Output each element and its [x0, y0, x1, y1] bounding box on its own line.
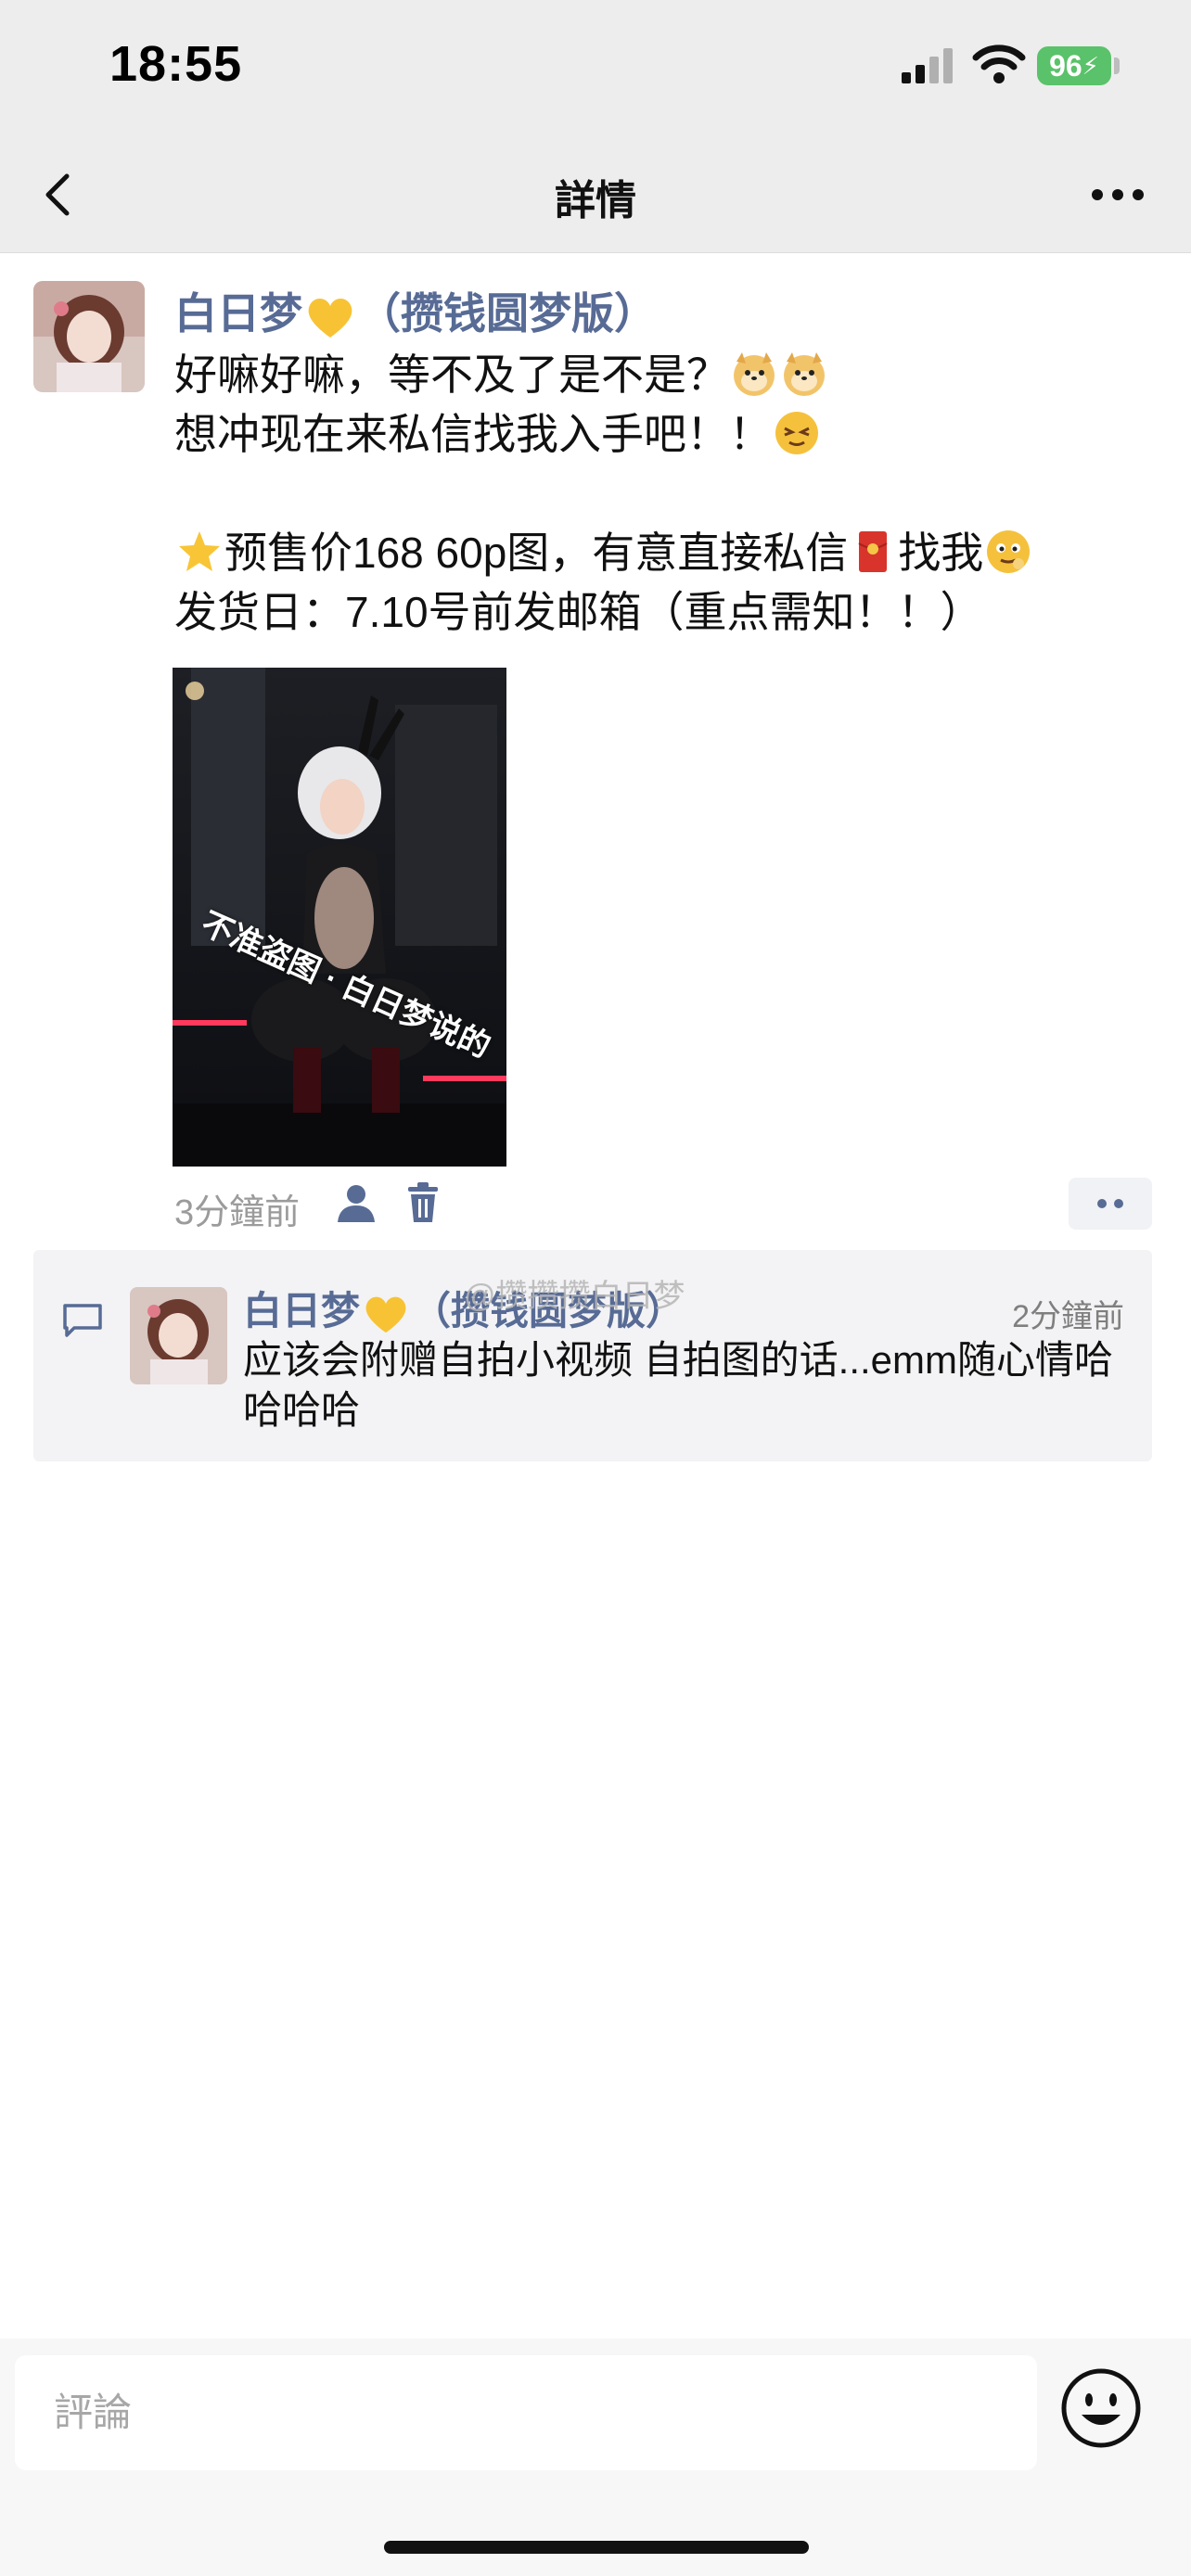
- post-line-1: 好嘛好嘛，等不及了是不是？: [174, 345, 1158, 404]
- trash-icon[interactable]: [406, 1181, 440, 1224]
- post-timestamp: 3分鐘前: [174, 1193, 301, 1232]
- post-image[interactable]: 不准盗图 · 白日梦说的: [173, 668, 506, 1167]
- post-line-2-text: 想冲现在来私信找我入手吧！！: [174, 410, 772, 458]
- smiley-icon[interactable]: [1059, 2366, 1143, 2450]
- blush-emoji-icon: [987, 530, 1031, 573]
- yellow-heart-icon: [365, 1296, 406, 1333]
- post-author-name: 白日梦: [174, 289, 302, 338]
- post-line-3-text: 预售价168 60p图，有意直接私信: [224, 529, 849, 577]
- signal-icon: [902, 48, 953, 83]
- comment-bubble-icon: [63, 1304, 102, 1337]
- doge-emoji-icon: [784, 352, 825, 396]
- doge-emoji-icon: [734, 352, 775, 396]
- post-author[interactable]: 白日梦 （攒钱圆梦版）: [174, 280, 657, 341]
- yellow-heart-icon: [308, 298, 352, 338]
- comment-timestamp: 2分鐘前: [1012, 1299, 1124, 1334]
- post-line-3-text-b: 找我: [898, 529, 984, 577]
- comment-avatar[interactable]: [130, 1287, 227, 1384]
- nav-bar: 詳情: [0, 139, 1191, 253]
- comment-author-name: 白日梦: [243, 1289, 361, 1333]
- post-content: 好嘛好嘛，等不及了是不是？ 想冲现在来私信找我入手吧！！ 预售价168 60p图…: [174, 345, 1158, 642]
- more-actions-button[interactable]: [1069, 1178, 1152, 1230]
- post-line-spacer: [174, 464, 1158, 523]
- post-line-1-text: 好嘛好嘛，等不及了是不是？: [174, 351, 729, 399]
- battery-indicator: 96 ⚡: [1037, 46, 1111, 85]
- battery-tip: [1114, 57, 1120, 74]
- page-title: 詳情: [555, 178, 636, 223]
- star-emoji-icon: [179, 531, 220, 571]
- more-dots-icon[interactable]: [1085, 167, 1150, 223]
- weibo-watermark: @攒攒攒白日梦: [464, 1279, 685, 1314]
- comment-text: 应该会附赠自拍小视频 自拍图的话...emm随心情哈哈哈哈: [243, 1338, 1114, 1432]
- post-line-4: 发货日：7.10号前发邮箱（重点需知！！）: [174, 588, 983, 636]
- post-line-3: 预售价168 60p图，有意直接私信 找我: [174, 523, 1158, 582]
- post-line-2: 想冲现在来私信找我入手吧！！: [174, 404, 1158, 464]
- wifi-icon: [972, 45, 1026, 83]
- battery-level: 96: [1049, 48, 1082, 83]
- comment-input[interactable]: [15, 2355, 1037, 2470]
- person-icon[interactable]: [336, 1183, 378, 1224]
- home-indicator[interactable]: [384, 2541, 809, 2554]
- avatar[interactable]: [33, 281, 145, 392]
- red-envelope-icon: [858, 531, 888, 572]
- sly-emoji-icon: [775, 412, 818, 454]
- post-author-suffix: （攒钱圆梦版）: [358, 289, 657, 338]
- status-time: 18:55: [109, 36, 243, 92]
- status-bar: 18:55 96 ⚡: [0, 0, 1191, 139]
